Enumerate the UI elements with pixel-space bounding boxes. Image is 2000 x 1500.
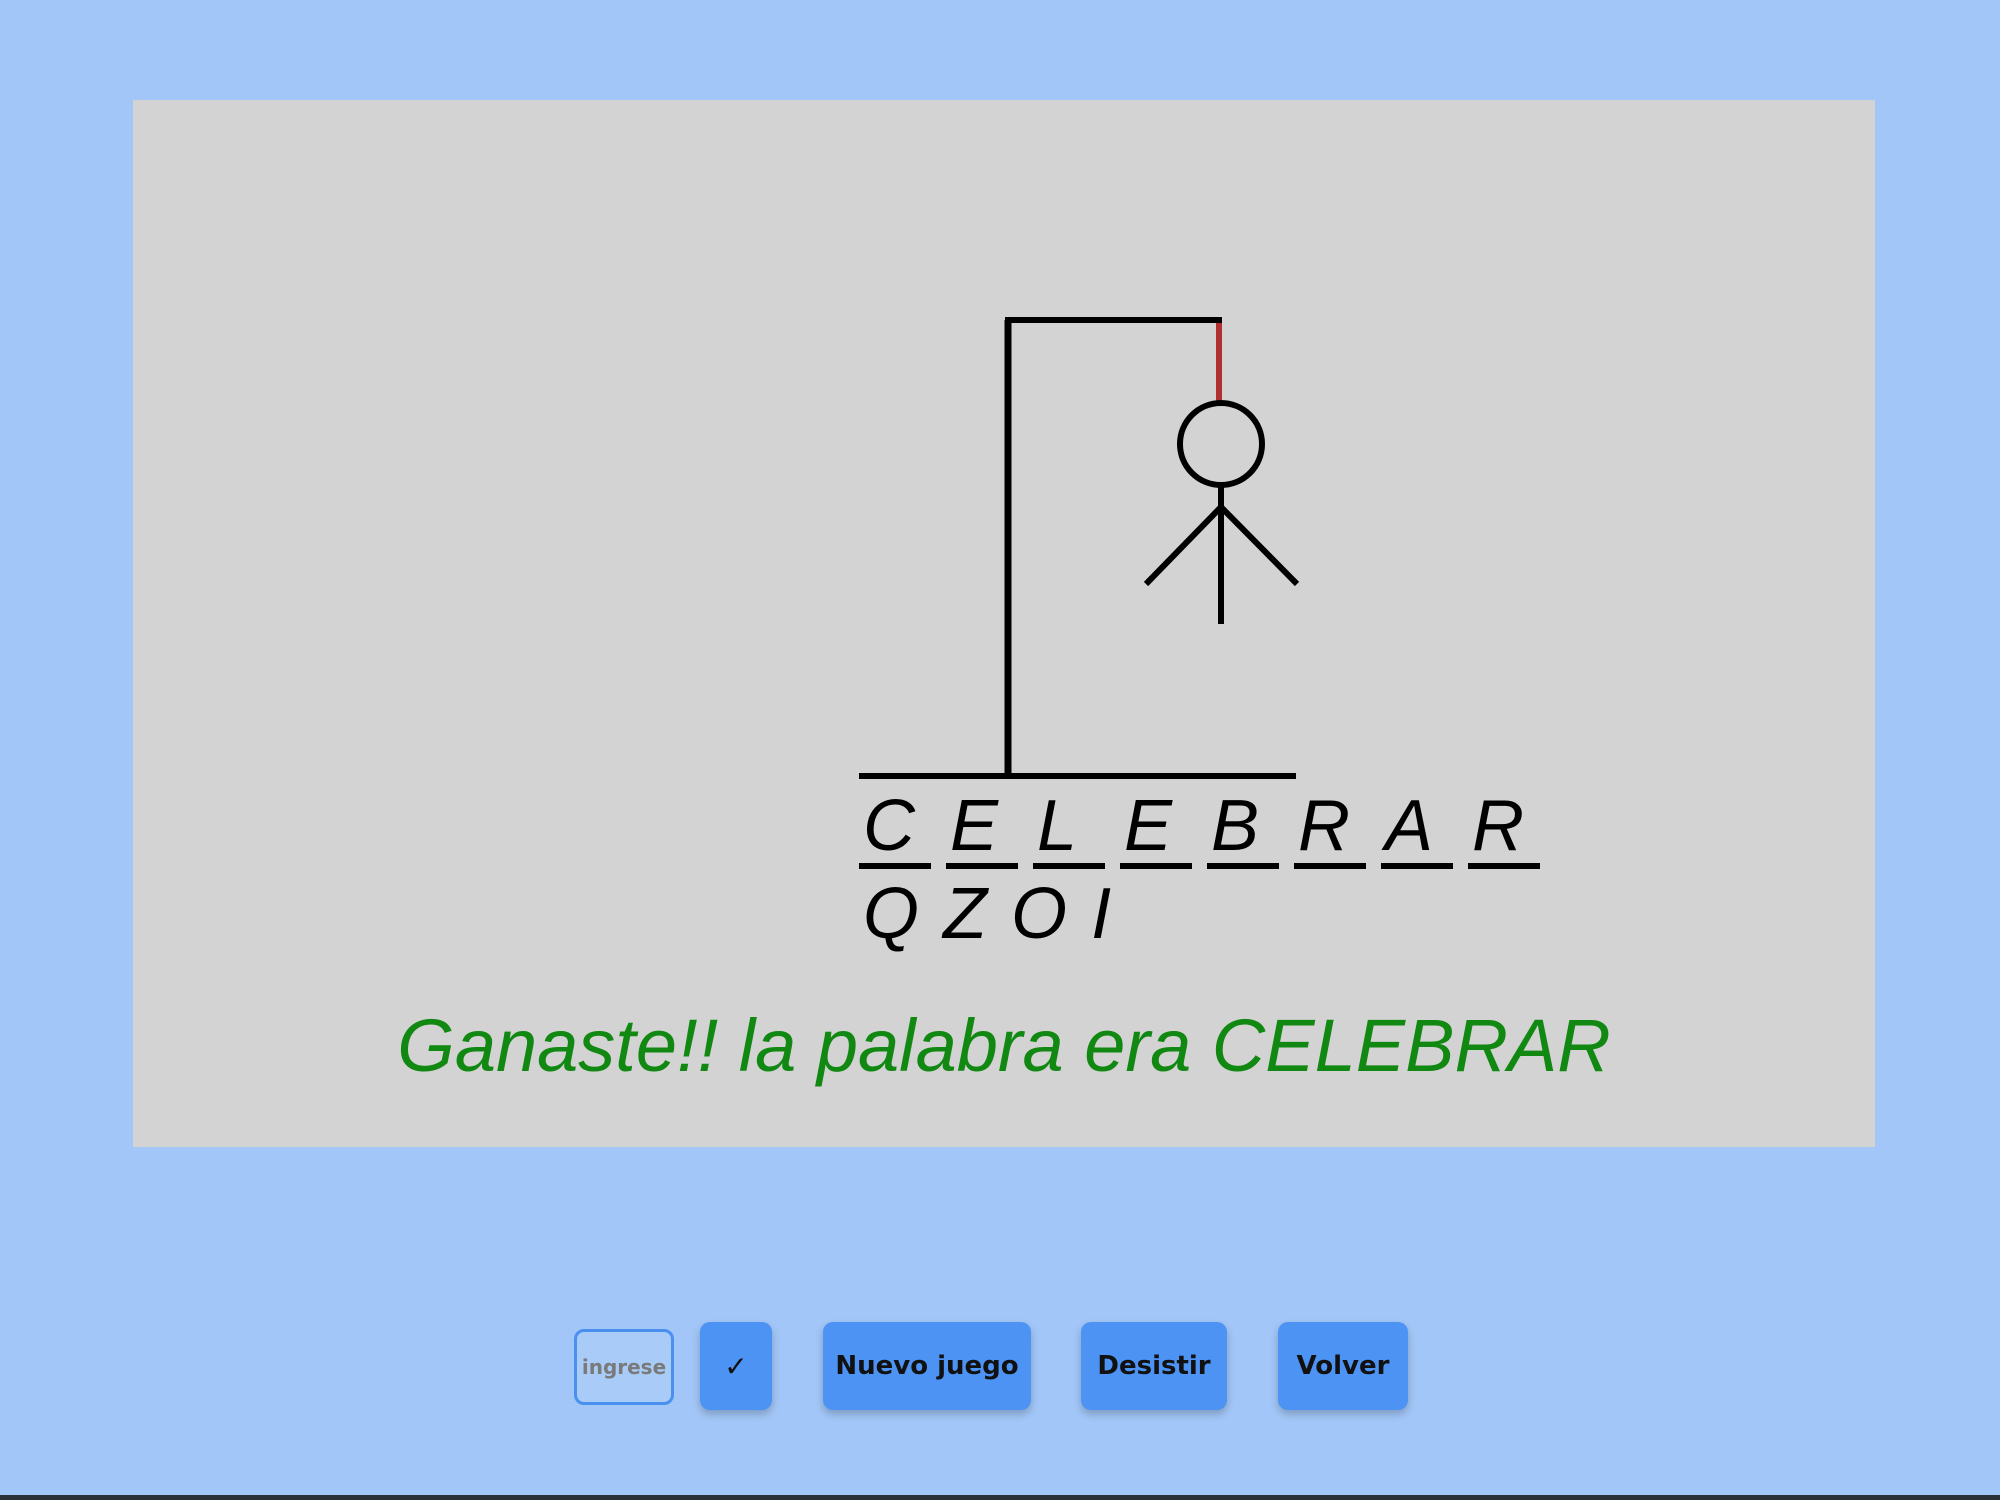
letter-slot-underline (1468, 863, 1540, 869)
letter-input[interactable] (574, 1329, 674, 1405)
wrong-letter: O (1011, 874, 1068, 954)
word-letter: L (1037, 786, 1078, 866)
word-letter: A (1385, 786, 1434, 866)
controls-bar: ✓ Nuevo juego Desistir Volver (0, 1322, 2000, 1412)
word-letter: C (863, 786, 915, 866)
wrong-letter: Q (863, 874, 920, 954)
wrong-letters: Q Z O I (863, 878, 1111, 950)
hangman-head (1177, 400, 1265, 488)
word-letter: B (1211, 786, 1260, 866)
wrong-letter: I (1091, 874, 1112, 954)
check-button[interactable]: ✓ (700, 1322, 772, 1410)
back-button[interactable]: Volver (1278, 1322, 1408, 1410)
new-game-button[interactable]: Nuevo juego (823, 1322, 1031, 1410)
hangman-drawing (859, 317, 1300, 779)
letter-slot-underline (1033, 863, 1105, 869)
word-letter: E (950, 786, 999, 866)
word-letter: R (1472, 786, 1524, 866)
give-up-button[interactable]: Desistir (1081, 1322, 1227, 1410)
game-canvas: CELEBRAR Q Z O I Ganaste!! la palabra er… (133, 100, 1875, 1147)
letter-slot-underline (946, 863, 1018, 869)
letter-slot-underline (1294, 863, 1366, 869)
letter-slot-underline (859, 863, 931, 869)
word-letter: E (1124, 786, 1173, 866)
wrong-letter: Z (943, 874, 988, 954)
letter-slot-underline (1381, 863, 1453, 869)
result-message: Ganaste!! la palabra era CELEBRAR (397, 1004, 1611, 1087)
hangman-right-arm (1218, 504, 1300, 587)
letter-slot-underline (1207, 863, 1279, 869)
letter-slot-underline (1120, 863, 1192, 869)
bottom-border (0, 1495, 2000, 1500)
hangman-left-arm (1143, 504, 1224, 587)
word-letter: R (1298, 786, 1350, 866)
